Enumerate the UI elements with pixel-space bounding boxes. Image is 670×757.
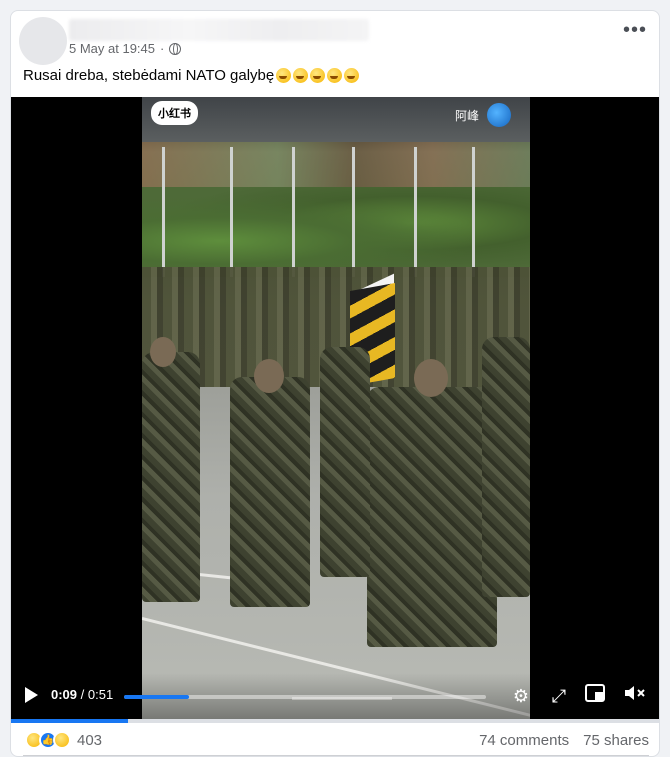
grinning-face-icon — [344, 68, 360, 83]
post-timestamp[interactable]: 5 May at 19:45 — [69, 41, 155, 56]
video-progress-strip-fill — [11, 719, 128, 723]
watermark-right-text: 阿峰 — [455, 108, 480, 123]
engagement-counts: 74 comments 75 shares — [479, 732, 649, 749]
settings-icon[interactable]: ⚙ — [509, 684, 533, 708]
post-meta: 5 May at 19:45 · — [69, 41, 182, 56]
seek-bar-fill — [124, 695, 190, 699]
video-time: 0:09 / 0:51 — [51, 687, 113, 702]
soldier — [230, 377, 310, 607]
video-progress-strip — [11, 719, 659, 723]
flag-pole — [292, 147, 295, 277]
post-footer: 👍 403 74 comments 75 shares — [11, 727, 659, 755]
avatar[interactable] — [19, 17, 67, 65]
wow-icon — [53, 731, 71, 749]
winking-face-icon — [276, 68, 292, 83]
flag-pole — [162, 147, 165, 277]
meta-separator: · — [160, 41, 165, 56]
picture-in-picture-icon[interactable] — [583, 684, 607, 708]
total-time: / 0:51 — [80, 687, 114, 702]
flag-pole — [352, 147, 355, 277]
current-time: 0:09 — [51, 687, 78, 702]
soldier-head — [414, 359, 448, 397]
more-options-icon[interactable]: ••• — [623, 20, 647, 40]
globe-icon[interactable] — [169, 42, 182, 55]
watermark-logo-icon — [487, 103, 512, 127]
watermark-right: 阿峰 — [455, 103, 512, 127]
soldier-head — [254, 359, 284, 393]
video-player[interactable]: 小红书 阿峰 0:09 / 0:51 ⚙ ⤢ — [11, 97, 659, 719]
watermark-left: 小红书 — [151, 101, 198, 125]
soldier — [142, 352, 200, 602]
play-icon[interactable] — [25, 687, 38, 703]
flag-pole — [472, 147, 475, 277]
soldier — [320, 347, 370, 577]
flag-pole — [414, 147, 417, 277]
soldier — [482, 337, 530, 597]
mute-icon[interactable] — [623, 684, 647, 708]
grinning-face-icon — [327, 68, 343, 83]
seek-bar[interactable] — [124, 695, 486, 699]
video-frame[interactable] — [142, 97, 530, 719]
shares-count-link[interactable]: 75 shares — [583, 732, 649, 749]
fullscreen-icon[interactable]: ⤢ — [547, 684, 571, 708]
flag-pole — [230, 147, 233, 277]
caption-text: Rusai dreba, stebėdami NATO galybę — [23, 67, 275, 84]
grinning-face-icon — [310, 68, 326, 83]
author-name-redacted[interactable] — [69, 19, 369, 41]
reactions-summary[interactable]: 👍 403 — [25, 731, 102, 749]
reaction-count: 403 — [77, 731, 103, 749]
comments-count-link[interactable]: 74 comments — [479, 732, 569, 749]
winking-face-icon — [293, 68, 309, 83]
post-card: 5 May at 19:45 · ••• Rusai dreba, stebėd… — [10, 10, 660, 757]
soldier-head — [150, 337, 176, 367]
soldier — [367, 387, 497, 647]
divider — [23, 755, 649, 756]
post-caption: Rusai dreba, stebėdami NATO galybę — [23, 67, 360, 84]
video-controls: 0:09 / 0:51 ⚙ ⤢ — [11, 673, 659, 719]
